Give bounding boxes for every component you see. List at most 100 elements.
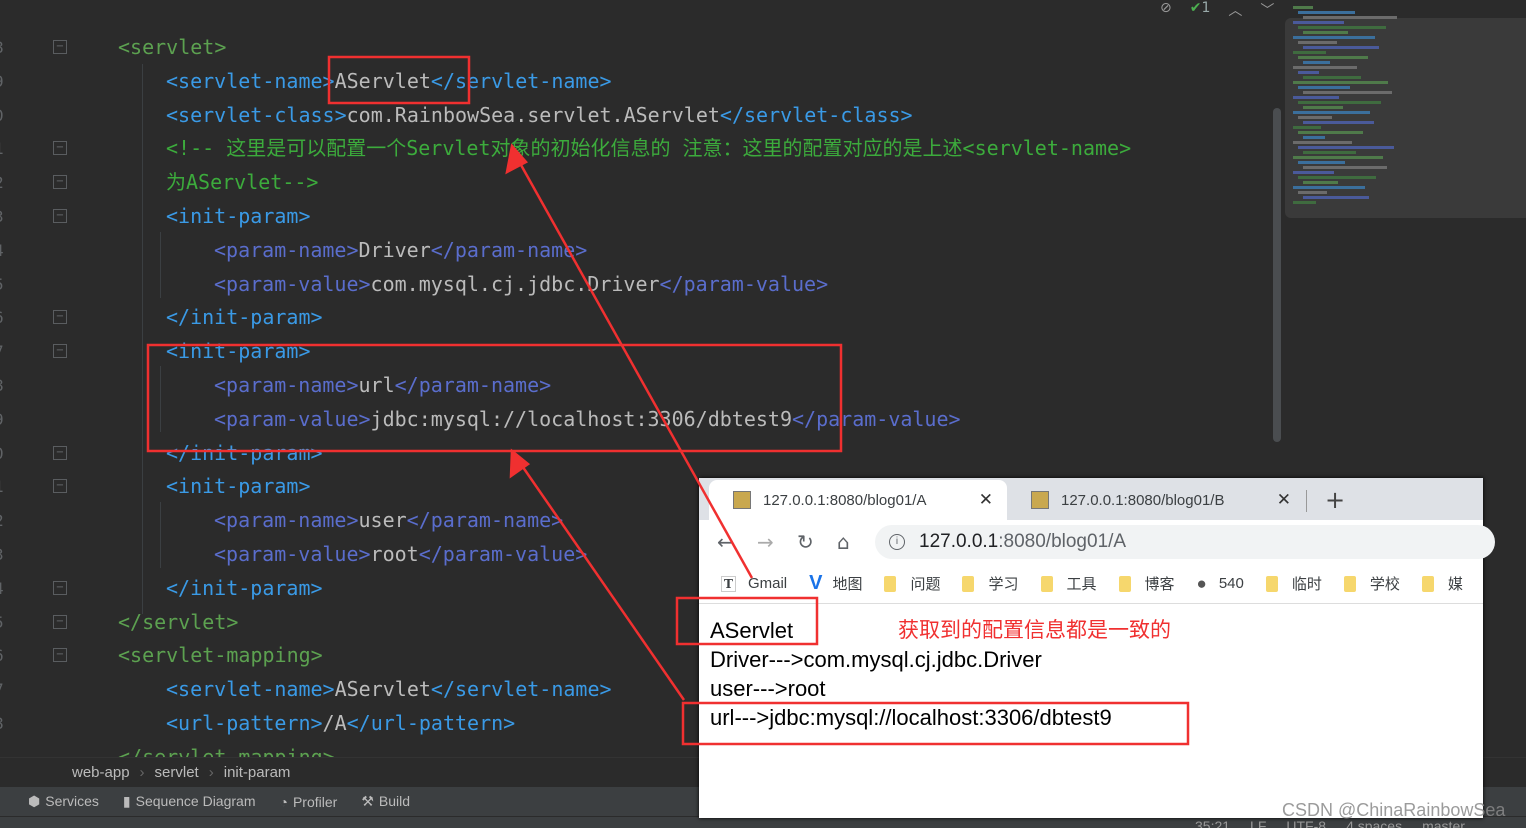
line-number: 0 — [0, 444, 6, 463]
code-token: </param-value> — [418, 542, 588, 566]
close-tab-icon[interactable]: ✕ — [979, 490, 993, 510]
bookmark-item[interactable]: 学习 — [962, 573, 1019, 594]
new-tab-button[interactable]: + — [1325, 486, 1345, 514]
minimap-line — [1303, 91, 1392, 94]
fold-icon[interactable]: − — [53, 209, 67, 223]
line-number: 7 — [0, 342, 6, 361]
fold-icon[interactable]: − — [53, 40, 67, 54]
status-item[interactable]: LF — [1250, 818, 1266, 828]
tool-sequence-diagram-button[interactable]: ▮ Sequence Diagram — [123, 793, 256, 810]
tool-services-button[interactable]: ⬢ Services — [28, 793, 99, 810]
info-icon[interactable]: i — [889, 534, 905, 550]
indent-guide — [142, 64, 143, 614]
code-token: <servlet-name> — [166, 677, 335, 702]
code-line: </servlet> — [118, 605, 238, 639]
address-bar[interactable]: i 127.0.0.1:8080/blog01/A — [875, 525, 1495, 559]
minimap-line — [1303, 106, 1343, 109]
minimap-line — [1293, 21, 1344, 24]
tab-blog01-a[interactable]: 127.0.0.1:8080/blog01/A ✕ — [709, 480, 1007, 520]
back-icon[interactable]: ← — [717, 530, 734, 554]
code-token: <init-param> — [166, 204, 311, 228]
status-item[interactable]: 35:21 — [1195, 818, 1230, 828]
fold-icon[interactable]: − — [53, 175, 67, 190]
tab-blog01-b[interactable]: 127.0.0.1:8080/blog01/B ✕ — [1007, 480, 1305, 520]
fold-icon[interactable]: − — [53, 344, 67, 359]
line-number: 5 — [0, 613, 6, 632]
line-number: 6 — [0, 308, 6, 327]
code-token: <param-value> — [214, 542, 371, 566]
bookmark-item[interactable]: 临时 — [1265, 573, 1322, 594]
bookmark-item[interactable]: 工具 — [1040, 573, 1097, 594]
close-tab-icon[interactable]: ✕ — [1277, 490, 1291, 510]
fold-icon[interactable]: − — [53, 614, 67, 629]
folder-icon — [884, 575, 897, 592]
code-token: </servlet> — [118, 609, 239, 634]
fold-icon[interactable]: − — [53, 648, 67, 663]
code-token: <servlet-mapping> — [118, 643, 323, 668]
code-token: /A — [322, 711, 347, 735]
minimap-line — [1293, 51, 1326, 54]
bookmark-item[interactable]: 媒 — [1421, 573, 1463, 594]
code-token: <servlet> — [118, 35, 227, 59]
check-icon[interactable]: ✔1 — [1190, 0, 1211, 16]
line-number: 9 — [0, 72, 6, 91]
content-line: user--->root — [710, 676, 826, 701]
code-token: </servlet-class> — [719, 102, 913, 127]
code-token: <init-param> — [166, 474, 311, 499]
bookmark-item[interactable]: 博客 — [1118, 573, 1175, 594]
line-number: 3 — [0, 545, 6, 564]
tab-divider — [1306, 490, 1307, 512]
fold-icon[interactable]: − — [53, 310, 67, 325]
fold-icon[interactable]: − — [53, 445, 67, 460]
bookmark-label: Gmail — [747, 575, 788, 592]
indent-guide — [160, 502, 161, 568]
code-token: <url-pattern> — [166, 711, 323, 735]
build-icon: ⚒ — [361, 793, 374, 809]
code-token: AServlet — [334, 677, 431, 702]
bookmark-item[interactable]: ● 540 — [1197, 574, 1244, 594]
forward-icon[interactable]: → — [757, 530, 774, 554]
tool-label: Build — [378, 793, 411, 809]
bookmark-item[interactable]: 学校 — [1343, 573, 1400, 594]
code-line: <param-value>com.mysql.cj.jdbc.Driver</p… — [214, 267, 828, 301]
eye-off-icon[interactable]: ⊘ — [1160, 0, 1172, 16]
minimap-line — [1303, 166, 1387, 169]
bookmark-label: 学习 — [988, 576, 1019, 593]
minimap-line — [1303, 136, 1325, 139]
code-token: </servlet-name> — [430, 677, 612, 702]
content-line: Driver--->com.mysql.cj.jdbc.Driver — [710, 647, 1042, 672]
bookmark-item[interactable]: 问题 — [884, 573, 940, 594]
url-path: :8080/blog01/A — [998, 531, 1127, 552]
minimap-line — [1298, 11, 1355, 14]
tool-build-button[interactable]: ⚒ Build — [361, 793, 410, 810]
fold-icon[interactable]: − — [53, 479, 67, 494]
minimap-line — [1293, 186, 1365, 189]
minimap-line — [1298, 191, 1327, 194]
bookmark-item[interactable]: V 地图 — [809, 572, 862, 595]
reload-icon[interactable]: ↻ — [797, 530, 814, 554]
code-token: <param-name> — [214, 237, 359, 262]
minimap-line — [1298, 146, 1394, 149]
chevron-up-icon[interactable]: ︿ — [1228, 0, 1242, 19]
minimap-line — [1303, 31, 1348, 34]
tab-title: 127.0.0.1:8080/blog01/A — [763, 491, 927, 509]
minimap-line — [1298, 101, 1381, 104]
code-token: </param-name> — [430, 237, 588, 262]
breadcrumb-item[interactable]: servlet — [155, 764, 199, 781]
bookmark-label: 博客 — [1144, 576, 1175, 593]
tool-profiler-button[interactable]: ◔ Profiler — [280, 794, 338, 810]
code-token: </servlet-name> — [430, 68, 612, 93]
breadcrumb-item[interactable]: init-param — [224, 764, 291, 781]
tab-bar: 127.0.0.1:8080/blog01/A ✕ 127.0.0.1:8080… — [699, 478, 1483, 520]
code-line: <init-param> — [166, 334, 311, 368]
fold-icon[interactable]: − — [53, 580, 67, 595]
chevron-down-icon[interactable]: ﹀ — [1260, 0, 1274, 19]
code-token: com.mysql.cj.jdbc.Driver — [370, 271, 660, 296]
editor-scrollbar[interactable] — [1273, 108, 1281, 442]
fold-icon[interactable]: − — [53, 141, 67, 156]
bookmark-item[interactable]: T Gmail — [721, 575, 787, 592]
tool-label: Services — [45, 793, 99, 809]
home-icon[interactable]: ⌂ — [837, 530, 850, 554]
code-line: <param-value>root</param-value> — [214, 537, 587, 571]
breadcrumb-item[interactable]: web-app — [72, 764, 130, 781]
